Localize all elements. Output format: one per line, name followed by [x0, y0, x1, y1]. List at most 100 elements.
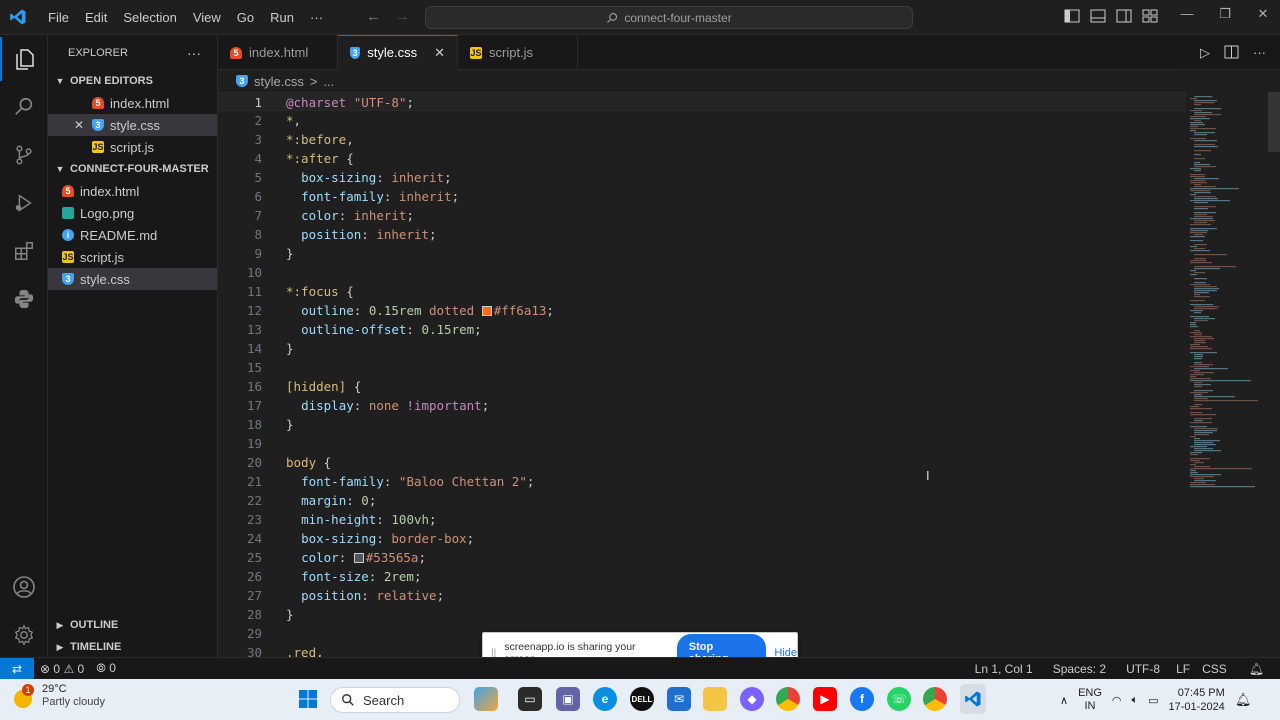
notifications-icon[interactable]: 🔔︎	[1235, 692, 1252, 708]
code-line[interactable]: 16 [hidden] {	[218, 377, 1186, 396]
python-icon[interactable]	[0, 277, 48, 321]
clock[interactable]: 07:45 PM 17-01-2024	[1169, 686, 1225, 714]
open-editor-index-html[interactable]: 5 index.html	[48, 92, 217, 114]
explorer-more-button[interactable]: ···	[187, 45, 201, 61]
youtube-icon[interactable]: ▶	[813, 687, 837, 711]
facebook-icon[interactable]: f	[850, 687, 874, 711]
open-editor-script-js[interactable]: JS script.js	[48, 136, 217, 158]
language-mode[interactable]: CSS	[1196, 662, 1233, 676]
source-control-icon[interactable]	[0, 133, 48, 177]
indentation[interactable]: Spaces: 2	[1047, 662, 1112, 676]
code-editor[interactable]: 1 @charset "UTF-8"; 2 *, 3 *:before, 4 *:after …	[218, 92, 1280, 657]
split-editor-icon[interactable]	[1224, 45, 1239, 62]
file-style-css[interactable]: 3 style.css	[48, 268, 217, 290]
problems-indicator[interactable]: ⊗ 0 ⚠ 0	[34, 662, 90, 676]
menu-file[interactable]: File	[40, 10, 77, 25]
close-tab-icon[interactable]: ✕	[434, 45, 445, 61]
code-line[interactable]: 12 outline: 0.15rem dotted #ff6a13;	[218, 301, 1186, 320]
file-script-js[interactable]: JS script.js	[48, 246, 217, 268]
customize-layout-icon[interactable]	[1142, 9, 1158, 23]
notifications-bell-icon[interactable]: 🔔︎	[1243, 662, 1270, 676]
code-line[interactable]: 24 box-sizing: border-box;	[218, 529, 1186, 548]
extensions-icon[interactable]	[0, 229, 48, 273]
code-line[interactable]: 15	[218, 358, 1186, 377]
code-line[interactable]: 22 margin: 0;	[218, 491, 1186, 510]
taskbar-search[interactable]: Search	[330, 687, 460, 713]
wifi-icon[interactable]: ◠	[1112, 694, 1122, 707]
whatsapp-icon[interactable]: ☏	[887, 687, 911, 711]
code-line[interactable]: 20 body {	[218, 453, 1186, 472]
code-line[interactable]: 5 box-sizing: inherit;	[218, 168, 1186, 187]
back-arrow-icon[interactable]: ←	[366, 8, 381, 25]
menu-selection[interactable]: Selection	[115, 10, 184, 25]
open-editors-header[interactable]: ▼ OPEN EDITORS	[48, 70, 217, 92]
chrome-browser-icon[interactable]	[776, 687, 800, 711]
mail-icon[interactable]: ✉	[667, 687, 691, 711]
end-of-line[interactable]: LF	[1170, 662, 1196, 676]
code-line[interactable]: 6 font-family: inherit;	[218, 187, 1186, 206]
breadcrumb-rest[interactable]: ...	[323, 74, 334, 89]
search-view-icon[interactable]	[0, 85, 48, 129]
code-line[interactable]: 11 *:focus {	[218, 282, 1186, 301]
menu-run[interactable]: Run	[262, 10, 302, 25]
vscode-taskbar-icon[interactable]	[960, 684, 986, 714]
code-line[interactable]: 7 color: inherit;	[218, 206, 1186, 225]
code-line[interactable]: 1 @charset "UTF-8";	[218, 92, 1186, 111]
file-index-html[interactable]: 5 index.html	[48, 180, 217, 202]
code-line[interactable]: 8 position: inherit;	[218, 225, 1186, 244]
remote-indicator-icon[interactable]: ⇄	[0, 657, 34, 680]
restore-icon[interactable]: ❐	[1206, 6, 1244, 22]
color-swatch[interactable]	[481, 306, 492, 316]
tab-index-html[interactable]: 5 index.html	[218, 35, 338, 70]
breadcrumb-file[interactable]: style.css	[254, 74, 304, 89]
battery-icon[interactable]: ▭	[1148, 694, 1158, 707]
scrollbar-thumb[interactable]	[1268, 92, 1280, 152]
task-view-icon[interactable]: ▭	[518, 687, 542, 711]
encoding[interactable]: UTF-8	[1120, 662, 1166, 676]
code-line[interactable]: 13 outline-offset: 0.15rem;	[218, 320, 1186, 339]
volume-icon[interactable]: 🔈︎	[1132, 694, 1139, 707]
close-window-icon[interactable]: ✕	[1244, 6, 1280, 22]
code-line[interactable]: 14}	[218, 339, 1186, 358]
toggle-panel-icon[interactable]	[1090, 9, 1106, 23]
code-line[interactable]: 4 *:after {	[218, 149, 1186, 168]
close-icon[interactable]: ✕	[74, 118, 86, 132]
more-actions-icon[interactable]: ···	[1253, 45, 1266, 62]
minimap[interactable]	[1188, 92, 1268, 492]
code-line[interactable]: 21 font-family: "Baloo Chettan 2";	[218, 472, 1186, 491]
file-readme-md[interactable]: i README.md	[48, 224, 217, 246]
weather-widget[interactable]: 1 29°C Partly cloudy	[12, 683, 105, 709]
open-editor-style-css[interactable]: ✕ 3 style.css	[48, 114, 217, 136]
file-explorer-icon[interactable]	[703, 687, 727, 711]
ports-indicator[interactable]: ⦾ 0	[90, 661, 122, 676]
code-line[interactable]: 10	[218, 263, 1186, 282]
code-line[interactable]: 28}	[218, 605, 1186, 624]
toggle-sidebar-icon[interactable]	[1064, 9, 1080, 23]
run-play-icon[interactable]: ▷	[1200, 45, 1210, 62]
settings-gear-icon[interactable]	[0, 613, 48, 657]
show-hidden-icons-chevron-icon[interactable]: ∧	[1060, 694, 1068, 707]
menu-go[interactable]: Go	[229, 10, 262, 25]
code-line[interactable]: 26 font-size: 2rem;	[218, 567, 1186, 586]
teams-icon[interactable]: ▣	[556, 687, 580, 711]
toggle-secondary-sidebar-icon[interactable]	[1116, 9, 1132, 23]
chrome-profile-icon[interactable]	[923, 687, 947, 711]
menu-edit[interactable]: Edit	[77, 10, 115, 25]
dell-app-icon[interactable]: DELL	[630, 687, 654, 711]
timeline-header[interactable]: ▶ TIMELINE	[48, 636, 218, 658]
code-line[interactable]: 19	[218, 434, 1186, 453]
run-debug-icon[interactable]	[0, 181, 48, 225]
code-line[interactable]: 27 position: relative;	[218, 586, 1186, 605]
language-indicator[interactable]: ENG IN	[1078, 687, 1102, 713]
file-logo-png[interactable]: Logo.png	[48, 202, 217, 224]
code-line[interactable]: 2 *,	[218, 111, 1186, 130]
code-line[interactable]: 23 min-height: 100vh;	[218, 510, 1186, 529]
copilot-icon[interactable]: ◆	[740, 687, 764, 711]
outline-header[interactable]: ▶ OUTLINE	[48, 614, 218, 636]
menu-more[interactable]: ···	[302, 10, 331, 25]
tab-style-css[interactable]: 3 style.css ✕	[338, 35, 458, 70]
code-line[interactable]: 3 *:before,	[218, 130, 1186, 149]
code-line[interactable]: 9}	[218, 244, 1186, 263]
code-line[interactable]: 17 display: none !important;	[218, 396, 1186, 415]
windows-start-icon[interactable]	[296, 687, 320, 711]
